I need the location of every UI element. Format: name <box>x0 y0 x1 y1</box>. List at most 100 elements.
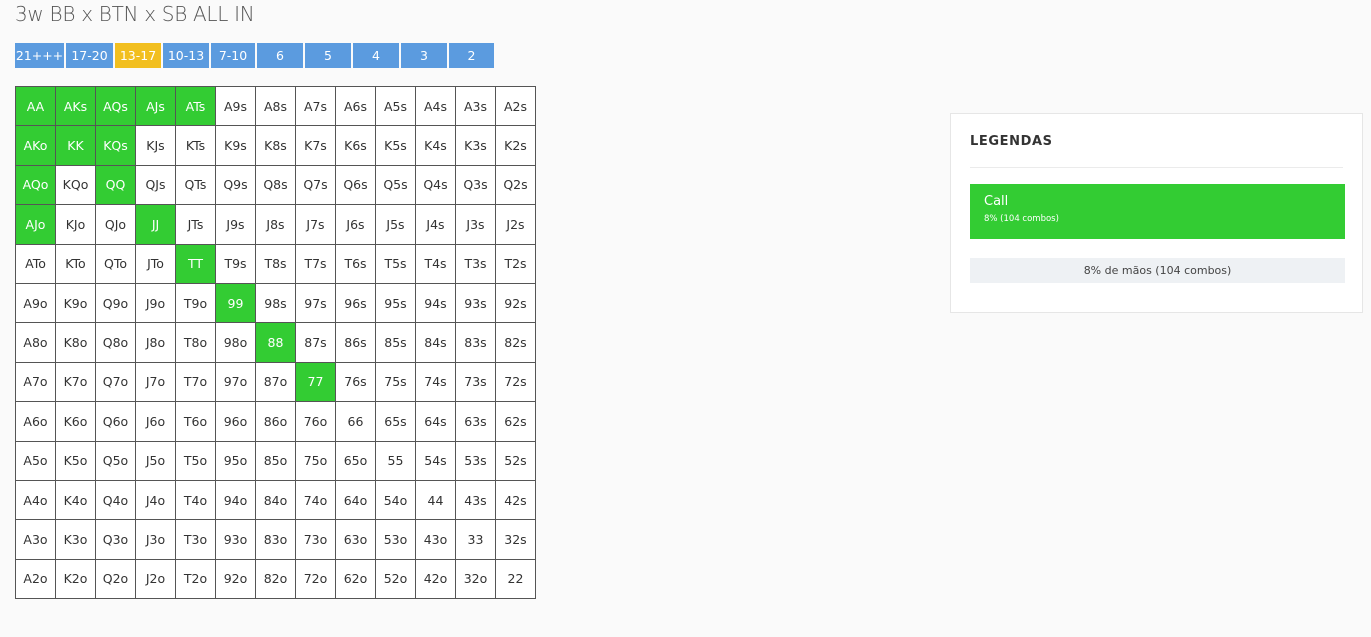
hand-cell[interactable]: J3s <box>455 204 496 245</box>
hand-cell[interactable]: Q9s <box>215 164 256 206</box>
hand-cell[interactable]: J8s <box>255 204 296 245</box>
hand-cell[interactable]: 93s <box>455 282 496 324</box>
hand-cell[interactable]: K6s <box>335 125 376 166</box>
hand-cell[interactable]: K7s <box>295 125 336 166</box>
hand-cell[interactable]: Q7s <box>295 164 336 206</box>
hand-cell[interactable]: J5o <box>135 440 176 481</box>
hand-cell[interactable]: J2s <box>495 204 536 245</box>
hand-cell[interactable]: K9s <box>215 125 256 166</box>
hand-cell[interactable]: A5o <box>15 440 56 481</box>
hand-cell[interactable]: T4s <box>415 243 456 284</box>
hand-cell[interactable]: 42o <box>415 558 456 600</box>
hand-cell[interactable]: 76o <box>295 401 336 442</box>
hand-cell[interactable]: Q3o <box>95 519 136 560</box>
hand-cell[interactable]: QJs <box>135 164 176 206</box>
hand-cell[interactable]: K4s <box>415 125 456 166</box>
hand-cell[interactable]: 65o <box>335 440 376 481</box>
hand-cell[interactable]: 83s <box>455 322 496 363</box>
hand-cell[interactable]: KJo <box>55 204 96 245</box>
hand-cell[interactable]: AJo <box>15 204 56 245</box>
hand-cell[interactable]: KTo <box>55 243 96 284</box>
hand-cell[interactable]: 22 <box>495 558 536 600</box>
hand-cell[interactable]: 63o <box>335 519 376 560</box>
hand-cell[interactable]: TT <box>175 243 216 284</box>
hand-cell[interactable]: JTs <box>175 204 216 245</box>
tab-stack-21-plus[interactable]: 21+++ <box>15 43 64 68</box>
tab-stack-13-17[interactable]: 13-17 <box>115 43 161 68</box>
hand-cell[interactable]: Q4s <box>415 164 456 206</box>
hand-cell[interactable]: T8o <box>175 322 216 363</box>
hand-cell[interactable]: T6o <box>175 401 216 442</box>
hand-cell[interactable]: J9s <box>215 204 256 245</box>
hand-cell[interactable]: Q8o <box>95 322 136 363</box>
hand-cell[interactable]: 53o <box>375 519 416 560</box>
tab-stack-17-20[interactable]: 17-20 <box>66 43 113 68</box>
hand-cell[interactable]: 43s <box>455 479 496 521</box>
hand-cell[interactable]: A5s <box>375 85 416 127</box>
hand-cell[interactable]: A4o <box>15 479 56 521</box>
hand-cell[interactable]: KQo <box>55 164 96 206</box>
hand-cell[interactable]: 73s <box>455 361 496 403</box>
hand-cell[interactable]: 77 <box>295 361 336 403</box>
hand-cell[interactable]: 52s <box>495 440 536 481</box>
hand-cell[interactable]: QQ <box>95 164 136 206</box>
hand-cell[interactable]: 72o <box>295 558 336 600</box>
hand-cell[interactable]: J3o <box>135 519 176 560</box>
hand-cell[interactable]: T9o <box>175 282 216 324</box>
hand-cell[interactable]: 33 <box>455 519 496 560</box>
hand-cell[interactable]: K5s <box>375 125 416 166</box>
hand-cell[interactable]: 86o <box>255 401 296 442</box>
hand-cell[interactable]: A8o <box>15 322 56 363</box>
hand-cell[interactable]: 66 <box>335 401 376 442</box>
hand-cell[interactable]: 98o <box>215 322 256 363</box>
hand-cell[interactable]: 84o <box>255 479 296 521</box>
hand-cell[interactable]: T5o <box>175 440 216 481</box>
legend-item-call[interactable]: Call 8% (104 combos) <box>970 184 1345 239</box>
hand-cell[interactable]: K5o <box>55 440 96 481</box>
hand-cell[interactable]: 52o <box>375 558 416 600</box>
hand-cell[interactable]: 54o <box>375 479 416 521</box>
tab-stack-5[interactable]: 5 <box>305 43 351 68</box>
hand-cell[interactable]: 92o <box>215 558 256 600</box>
hand-cell[interactable]: 88 <box>255 322 296 363</box>
hand-cell[interactable]: 74s <box>415 361 456 403</box>
hand-cell[interactable]: 83o <box>255 519 296 560</box>
hand-cell[interactable]: 85o <box>255 440 296 481</box>
hand-cell[interactable]: A7o <box>15 361 56 403</box>
hand-cell[interactable]: J8o <box>135 322 176 363</box>
hand-cell[interactable]: K8o <box>55 322 96 363</box>
hand-cell[interactable]: 65s <box>375 401 416 442</box>
hand-cell[interactable]: 74o <box>295 479 336 521</box>
hand-cell[interactable]: J7s <box>295 204 336 245</box>
hand-cell[interactable]: 32s <box>495 519 536 560</box>
hand-cell[interactable]: 85s <box>375 322 416 363</box>
hand-cell[interactable]: AKo <box>15 125 56 166</box>
hand-cell[interactable]: JJ <box>135 204 176 245</box>
hand-cell[interactable]: Q2s <box>495 164 536 206</box>
hand-cell[interactable]: 72s <box>495 361 536 403</box>
hand-cell[interactable]: Q2o <box>95 558 136 600</box>
hand-cell[interactable]: A9s <box>215 85 256 127</box>
hand-cell[interactable]: 97s <box>295 282 336 324</box>
hand-cell[interactable]: 87o <box>255 361 296 403</box>
hand-cell[interactable]: J5s <box>375 204 416 245</box>
hand-cell[interactable]: 64o <box>335 479 376 521</box>
hand-cell[interactable]: 99 <box>215 282 256 324</box>
hand-cell[interactable]: Q6o <box>95 401 136 442</box>
hand-cell[interactable]: QTs <box>175 164 216 206</box>
hand-cell[interactable]: 55 <box>375 440 416 481</box>
hand-cell[interactable]: A2o <box>15 558 56 600</box>
hand-cell[interactable]: 95o <box>215 440 256 481</box>
hand-cell[interactable]: Q5o <box>95 440 136 481</box>
hand-cell[interactable]: A7s <box>295 85 336 127</box>
hand-cell[interactable]: K6o <box>55 401 96 442</box>
hand-cell[interactable]: A6o <box>15 401 56 442</box>
hand-cell[interactable]: 32o <box>455 558 496 600</box>
hand-cell[interactable]: K2o <box>55 558 96 600</box>
hand-cell[interactable]: T5s <box>375 243 416 284</box>
hand-cell[interactable]: T8s <box>255 243 296 284</box>
hand-cell[interactable]: A2s <box>495 85 536 127</box>
hand-cell[interactable]: 63s <box>455 401 496 442</box>
hand-cell[interactable]: 75s <box>375 361 416 403</box>
hand-cell[interactable]: AQs <box>95 85 136 127</box>
